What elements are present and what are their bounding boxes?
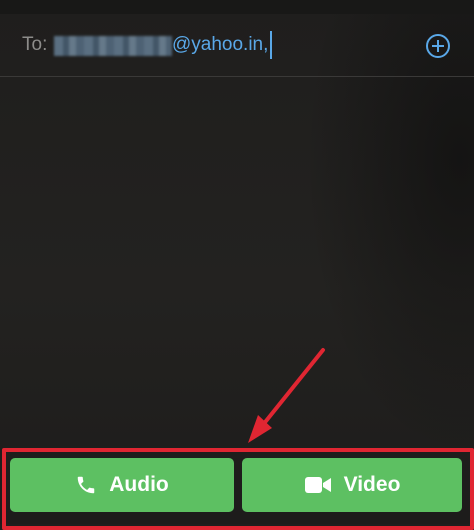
add-contact-plus-icon[interactable] xyxy=(426,34,450,58)
facetime-compose-screen: To: @yahoo.in, Audio Video xyxy=(0,0,474,530)
text-cursor xyxy=(270,31,272,59)
video-camera-icon xyxy=(304,475,332,495)
video-button-label: Video xyxy=(343,473,401,496)
to-label: To: xyxy=(22,34,48,55)
annotation-arrow xyxy=(248,348,325,443)
to-field-row[interactable]: To: @yahoo.in, xyxy=(0,14,474,77)
top-edge xyxy=(0,0,474,14)
video-call-button[interactable]: Video xyxy=(242,458,462,512)
phone-icon xyxy=(75,474,97,496)
audio-call-button[interactable]: Audio xyxy=(10,458,234,512)
blurred-email-username xyxy=(54,36,172,56)
recipient-email[interactable]: @yahoo.in, xyxy=(172,34,268,56)
audio-button-label: Audio xyxy=(109,473,169,496)
